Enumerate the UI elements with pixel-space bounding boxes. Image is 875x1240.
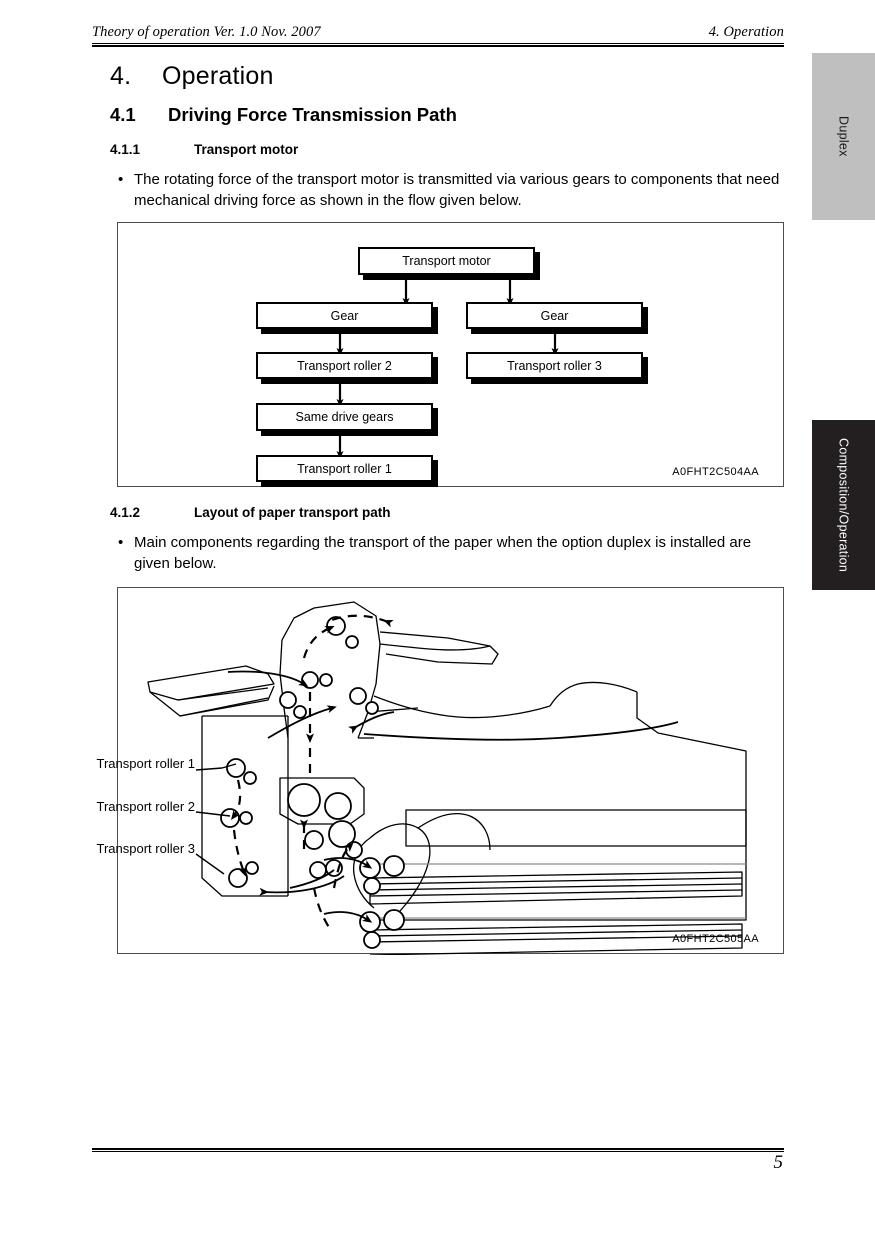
- flow-box-same-drive-gears-label: Same drive gears: [295, 410, 394, 424]
- figure-2-label-transport-roller-3: Transport roller 3: [96, 841, 196, 856]
- figure-transmission-flowchart: Transport motor Gear Gear Transport roll…: [117, 222, 784, 487]
- label-leader-lines: [195, 763, 237, 875]
- flow-box-transport-roller-1: Transport roller 1: [256, 455, 433, 482]
- header-divider-thin-line: [92, 43, 784, 44]
- flow-box-transport-roller-2: Transport roller 2: [256, 352, 433, 379]
- figure-paper-transport-path: Transport roller 1 Transport roller 2 Tr…: [97, 587, 784, 955]
- section-number-4-1-2: 4.1.2: [110, 505, 141, 520]
- flow-box-transport-motor: Transport motor: [358, 247, 535, 275]
- section-heading-4-1-2: 4.1.2 Layout of paper transport path: [110, 505, 391, 520]
- header-title-left: Theory of operation Ver. 1.0 Nov. 2007: [92, 24, 321, 40]
- figure-1-id: A0FHT2C504AA: [672, 466, 759, 478]
- side-tab-composition-operation: Composition/Operation: [812, 420, 875, 590]
- section-title-4-1-2: Layout of paper transport path: [194, 505, 391, 520]
- running-header: Theory of operation Ver. 1.0 Nov. 2007 4…: [92, 24, 784, 41]
- footer-divider-thick-line: [92, 1148, 784, 1150]
- section-heading-4-1-1: 4.1.1 Transport motor: [110, 142, 298, 157]
- flow-box-gear-right: Gear: [466, 302, 643, 329]
- flow-box-gear-right-label: Gear: [540, 308, 569, 323]
- chapter-heading: 4. Operation: [110, 62, 274, 91]
- header-divider: [92, 43, 784, 47]
- figure-2-label-transport-roller-2: Transport roller 2: [96, 799, 196, 814]
- side-tab-duplex: Duplex: [812, 53, 875, 220]
- bullet-marker-icon: •: [118, 534, 124, 551]
- flow-box-transport-roller-1-label: Transport roller 1: [297, 461, 392, 476]
- figure-2-id: A0FHT2C505AA: [672, 933, 759, 945]
- flow-box-transport-roller-3-label: Transport roller 3: [507, 358, 602, 373]
- flow-box-transport-roller-2-label: Transport roller 2: [297, 358, 392, 373]
- section-title-4-1: Driving Force Transmission Path: [168, 104, 457, 125]
- chapter-number: 4.: [110, 62, 132, 90]
- page-number: 5: [773, 1152, 784, 1173]
- side-tab-composition-operation-label: Composition/Operation: [836, 437, 851, 573]
- bullet-paragraph-4-1-2: • Main components regarding the transpor…: [118, 533, 790, 574]
- bullet-text-4-1-2: Main components regarding the transport …: [134, 534, 752, 572]
- flow-box-transport-motor-label: Transport motor: [402, 254, 491, 268]
- footer-divider: [92, 1148, 784, 1152]
- section-number-4-1: 4.1: [110, 104, 136, 125]
- side-tab-duplex-label: Duplex: [836, 116, 851, 157]
- flow-box-same-drive-gears: Same drive gears: [256, 403, 433, 431]
- section-heading-4-1: 4.1 Driving Force Transmission Path: [110, 104, 457, 126]
- chapter-title: Operation: [162, 62, 274, 90]
- flow-box-gear-left: Gear: [256, 302, 433, 329]
- document-page: Theory of operation Ver. 1.0 Nov. 2007 4…: [0, 0, 875, 1240]
- figure-2-label-transport-roller-1: Transport roller 1: [96, 756, 196, 771]
- section-title-4-1-1: Transport motor: [194, 142, 299, 157]
- header-divider-thick-line: [92, 45, 784, 47]
- flow-box-gear-left-label: Gear: [330, 308, 359, 323]
- footer-divider-thin-line: [92, 1151, 784, 1152]
- flow-box-transport-roller-3: Transport roller 3: [466, 352, 643, 379]
- header-title-right: 4. Operation: [708, 24, 784, 40]
- bullet-marker-icon: •: [118, 171, 124, 188]
- flowchart-canvas: Transport motor Gear Gear Transport roll…: [118, 223, 783, 486]
- section-number-4-1-1: 4.1.1: [110, 142, 141, 157]
- bullet-paragraph-4-1-1: • The rotating force of the transport mo…: [118, 170, 790, 211]
- bullet-text-4-1-1: The rotating force of the transport moto…: [134, 171, 780, 209]
